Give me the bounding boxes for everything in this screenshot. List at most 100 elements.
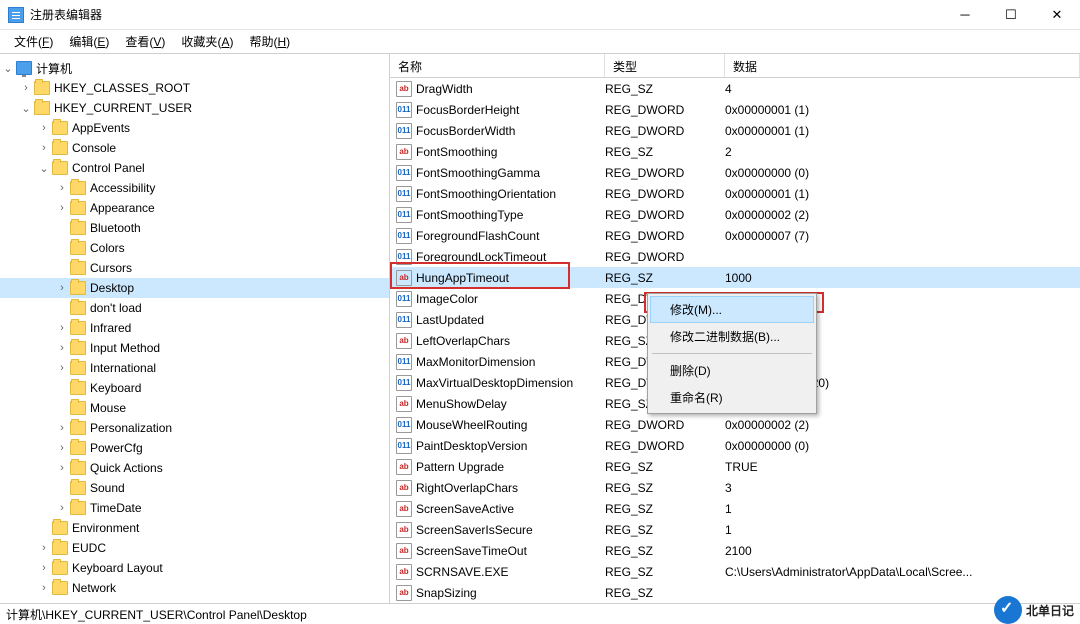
tree-node-cursors[interactable]: Cursors [0, 258, 389, 278]
tree-node-powercfg[interactable]: PowerCfg [0, 438, 389, 458]
expander-icon[interactable] [54, 502, 70, 514]
tree-label: Control Panel [72, 161, 145, 175]
list-row[interactable]: 011FocusBorderWidthREG_DWORD0x00000001 (… [390, 120, 1080, 141]
expander-icon[interactable] [54, 462, 70, 474]
list-row[interactable]: 011FontSmoothingOrientationREG_DWORD0x00… [390, 183, 1080, 204]
expander-icon[interactable] [18, 82, 34, 94]
tree-node-appevents[interactable]: AppEvents [0, 118, 389, 138]
value-name: MouseWheelRouting [416, 418, 527, 432]
expander-icon[interactable] [54, 282, 70, 294]
expander-icon[interactable] [18, 102, 34, 115]
list-row[interactable]: abScreenSaveActiveREG_SZ1 [390, 498, 1080, 519]
value-name: ScreenSaverIsSecure [416, 523, 533, 537]
folder-icon [70, 241, 86, 255]
expander-icon[interactable] [36, 582, 52, 594]
maximize-button[interactable]: ☐ [988, 0, 1034, 30]
expander-icon[interactable] [36, 542, 52, 554]
menu-help[interactable]: 帮助(H) [241, 30, 298, 53]
string-value-icon: ab [396, 543, 412, 559]
ctx-modify[interactable]: 修改(M)... [650, 296, 814, 323]
tree-node-appearance[interactable]: Appearance [0, 198, 389, 218]
list-row[interactable]: 011ForegroundLockTimeoutREG_DWORD [390, 246, 1080, 267]
list-row[interactable]: abScreenSaveTimeOutREG_SZ2100 [390, 540, 1080, 561]
column-type[interactable]: 类型 [605, 54, 725, 77]
menu-view[interactable]: 查看(V) [117, 30, 173, 53]
list-row[interactable]: abHungAppTimeoutREG_SZ1000 [390, 267, 1080, 288]
list-row[interactable]: abSCRNSAVE.EXEREG_SZC:\Users\Administrat… [390, 561, 1080, 582]
tree-node-hkey-classes-root[interactable]: HKEY_CLASSES_ROOT [0, 78, 389, 98]
menu-edit[interactable]: 编辑(E) [61, 30, 117, 53]
expander-icon[interactable] [54, 182, 70, 194]
folder-icon [70, 381, 86, 395]
list-row[interactable]: abFontSmoothingREG_SZ2 [390, 141, 1080, 162]
list-row[interactable]: abRightOverlapCharsREG_SZ3 [390, 477, 1080, 498]
value-name: ScreenSaveTimeOut [416, 544, 527, 558]
tree-node-input-method[interactable]: Input Method [0, 338, 389, 358]
folder-icon [70, 481, 86, 495]
list-row[interactable]: 011FontSmoothingTypeREG_DWORD0x00000002 … [390, 204, 1080, 225]
folder-icon [52, 141, 68, 155]
expander-icon[interactable] [54, 202, 70, 214]
list-row[interactable]: abScreenSaverIsSecureREG_SZ1 [390, 519, 1080, 540]
expander-icon[interactable] [54, 342, 70, 354]
tree-node-personalization[interactable]: Personalization [0, 418, 389, 438]
list-body[interactable]: 修改(M)... 修改二进制数据(B)... 删除(D) 重命名(R) abDr… [390, 78, 1080, 603]
list-row[interactable]: 011FocusBorderHeightREG_DWORD0x00000001 … [390, 99, 1080, 120]
list-row[interactable]: 011MouseWheelRoutingREG_DWORD0x00000002 … [390, 414, 1080, 435]
expander-icon[interactable] [36, 142, 52, 154]
tree-node-accessibility[interactable]: Accessibility [0, 178, 389, 198]
expander-icon[interactable] [36, 122, 52, 134]
folder-icon [52, 121, 68, 135]
tree-node-eudc[interactable]: EUDC [0, 538, 389, 558]
ctx-delete[interactable]: 删除(D) [650, 357, 814, 384]
expander-icon[interactable] [54, 422, 70, 434]
tree-node-desktop[interactable]: Desktop [0, 278, 389, 298]
tree-node-quick-actions[interactable]: Quick Actions [0, 458, 389, 478]
tree-node-bluetooth[interactable]: Bluetooth [0, 218, 389, 238]
column-name[interactable]: 名称 [390, 54, 605, 77]
column-data[interactable]: 数据 [725, 54, 1080, 77]
value-type: REG_DWORD [605, 187, 725, 201]
tree-node-don-t-load[interactable]: don't load [0, 298, 389, 318]
tree-node-colors[interactable]: Colors [0, 238, 389, 258]
expander-icon[interactable] [54, 362, 70, 374]
expander-icon[interactable] [0, 62, 16, 75]
tree-node-infrared[interactable]: Infrared [0, 318, 389, 338]
tree-label: Quick Actions [90, 461, 163, 475]
tree-node-network[interactable]: Network [0, 578, 389, 598]
ctx-rename[interactable]: 重命名(R) [650, 384, 814, 411]
tree-node-control-panel[interactable]: Control Panel [0, 158, 389, 178]
value-data: 1 [725, 502, 1080, 516]
tree-node-mouse[interactable]: Mouse [0, 398, 389, 418]
value-type: REG_DWORD [605, 103, 725, 117]
tree-node-keyboard-layout[interactable]: Keyboard Layout [0, 558, 389, 578]
tree-node-international[interactable]: International [0, 358, 389, 378]
ctx-modify-binary[interactable]: 修改二进制数据(B)... [650, 323, 814, 350]
expander-icon[interactable] [36, 562, 52, 574]
list-row[interactable]: abDragWidthREG_SZ4 [390, 78, 1080, 99]
tree-node-keyboard[interactable]: Keyboard [0, 378, 389, 398]
tree-node--[interactable]: 计算机 [0, 58, 389, 78]
tree-node-console[interactable]: Console [0, 138, 389, 158]
minimize-button[interactable]: ─ [942, 0, 988, 30]
expander-icon[interactable] [36, 162, 52, 175]
tree-panel[interactable]: 计算机HKEY_CLASSES_ROOTHKEY_CURRENT_USERApp… [0, 54, 390, 603]
list-row[interactable]: abPattern UpgradeREG_SZTRUE [390, 456, 1080, 477]
list-row[interactable]: abSnapSizingREG_SZ [390, 582, 1080, 603]
expander-icon[interactable] [54, 442, 70, 454]
list-row[interactable]: 011ForegroundFlashCountREG_DWORD0x000000… [390, 225, 1080, 246]
tree-label: Input Method [90, 341, 160, 355]
tree-node-timedate[interactable]: TimeDate [0, 498, 389, 518]
expander-icon[interactable] [54, 322, 70, 334]
tree-node-sound[interactable]: Sound [0, 478, 389, 498]
menu-file[interactable]: 文件(F) [6, 30, 61, 53]
value-name: PaintDesktopVersion [416, 439, 527, 453]
list-row[interactable]: 011PaintDesktopVersionREG_DWORD0x0000000… [390, 435, 1080, 456]
ctx-separator [652, 353, 812, 354]
list-row[interactable]: 011FontSmoothingGammaREG_DWORD0x00000000… [390, 162, 1080, 183]
close-button[interactable]: ✕ [1034, 0, 1080, 30]
tree-node-environment[interactable]: Environment [0, 518, 389, 538]
tree-node-hkey-current-user[interactable]: HKEY_CURRENT_USER [0, 98, 389, 118]
value-type: REG_SZ [605, 544, 725, 558]
menu-favorites[interactable]: 收藏夹(A) [173, 30, 241, 53]
